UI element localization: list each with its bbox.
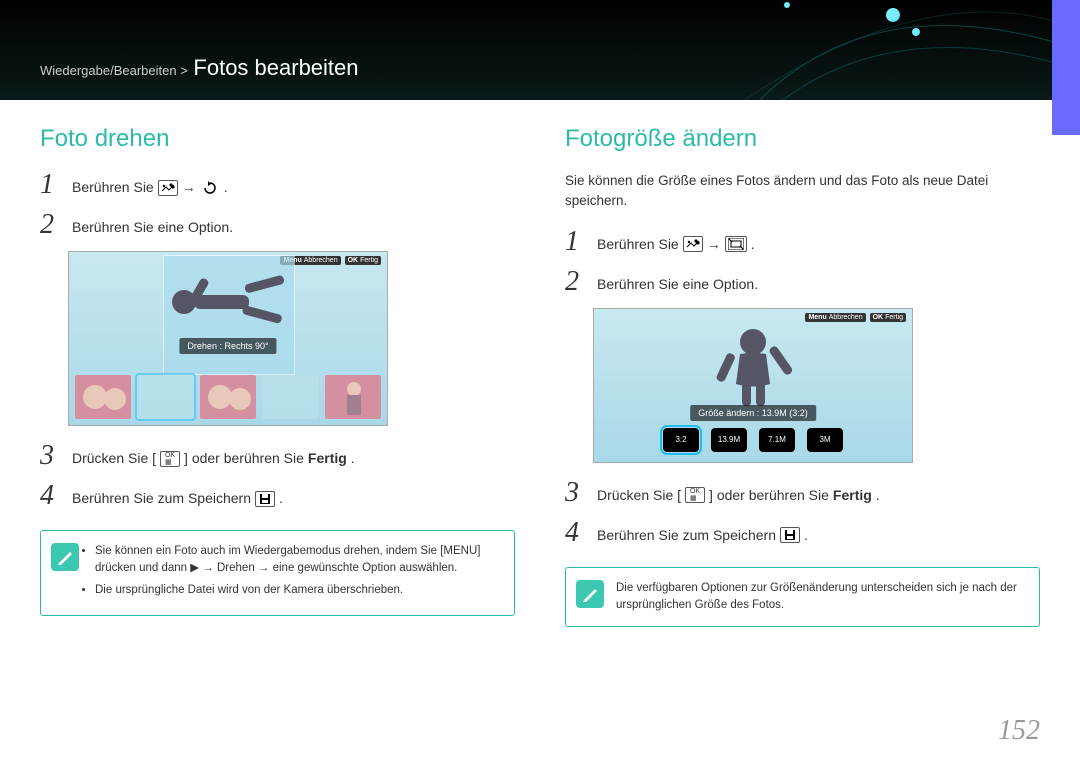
step-1-text: Berühren Sie → .	[72, 171, 228, 198]
step-number: 2	[40, 211, 66, 239]
thumbnail-row	[69, 375, 387, 419]
note-rotate: Sie können ein Foto auch im Wiedergabemo…	[40, 530, 515, 616]
step-number: 1	[565, 228, 591, 256]
step-2-text: Berühren Sie eine Option.	[597, 268, 758, 295]
edit-icon	[683, 236, 703, 252]
step-number: 2	[565, 268, 591, 296]
note-icon	[576, 580, 604, 608]
step-number: 3	[565, 479, 591, 507]
rotate-icon	[200, 180, 220, 196]
header-decoration	[630, 0, 1080, 100]
step-number: 3	[40, 442, 66, 470]
step-3-text: Drücken Sie [OK▦] oder berühren Sie Fert…	[597, 479, 880, 506]
note-icon	[51, 543, 79, 571]
step-number: 4	[565, 519, 591, 547]
thumbnail[interactable]	[200, 375, 256, 419]
column-rotate: Foto drehen 1 Berühren Sie → . 2 Berühre…	[40, 125, 515, 627]
resize-description: Sie können die Größe eines Fotos ändern …	[565, 171, 1040, 212]
page-number: 152	[998, 715, 1040, 747]
thumbnail[interactable]	[75, 375, 131, 419]
column-resize: Fotogröße ändern Sie können die Größe ei…	[565, 125, 1040, 627]
resize-option[interactable]: 13.9M	[711, 428, 747, 452]
step-4-text: Berühren Sie zum Speichern .	[597, 519, 808, 546]
page-header: Wiedergabe/Bearbeiten > Fotos bearbeiten	[0, 0, 1080, 100]
step-3-text: Drücken Sie [OK▦] oder berühren Sie Fert…	[72, 442, 355, 469]
section-title-resize: Fotogröße ändern	[565, 125, 1040, 153]
child-silhouette-icon	[708, 324, 798, 409]
ok-button-icon: OK▦	[685, 487, 705, 503]
thumbnail-selected[interactable]	[137, 375, 193, 419]
section-title-rotate: Foto drehen	[40, 125, 515, 153]
note-resize: Die verfügbaren Optionen zur Größenänder…	[565, 567, 1040, 628]
resize-preview: Menu Abbrechen OK Fertig Größe ändern : …	[593, 308, 913, 463]
resize-option[interactable]: 3:2	[663, 428, 699, 452]
rotated-silhouette-icon	[164, 267, 294, 337]
note-text: Die verfügbaren Optionen zur Größenänder…	[616, 582, 1017, 611]
step-number: 4	[40, 482, 66, 510]
resize-icon	[725, 236, 747, 252]
step-number: 1	[40, 171, 66, 199]
ok-done-button[interactable]: OK Fertig	[870, 313, 906, 322]
save-icon	[255, 491, 275, 507]
thumbnail[interactable]	[262, 375, 318, 419]
note-item: Die ursprüngliche Datei wird von der Kam…	[95, 582, 500, 599]
page-title: Fotos bearbeiten	[193, 55, 358, 80]
edit-icon	[158, 180, 178, 196]
rotate-overlay-label: Drehen : Rechts 90°	[179, 338, 276, 354]
resize-option[interactable]: 7.1M	[759, 428, 795, 452]
ok-button-icon: OK▦	[160, 451, 180, 467]
step-2-text: Berühren Sie eine Option.	[72, 211, 233, 238]
menu-cancel-button[interactable]: Menu Abbrechen	[805, 313, 865, 322]
breadcrumb: Wiedergabe/Bearbeiten >	[40, 63, 191, 78]
resize-overlay-label: Größe ändern : 13.9M (3:2)	[690, 405, 816, 421]
resize-option[interactable]: 3M	[807, 428, 843, 452]
step-1-text: Berühren Sie → .	[597, 228, 755, 255]
side-tab	[1052, 0, 1080, 135]
save-icon	[780, 527, 800, 543]
step-4-text: Berühren Sie zum Speichern .	[72, 482, 283, 509]
rotate-preview: Menu Abbrechen OK Fertig Drehen : Rechts…	[68, 251, 388, 426]
thumbnail[interactable]	[325, 375, 381, 419]
ok-done-button[interactable]: OK Fertig	[345, 256, 381, 265]
note-item: Sie können ein Foto auch im Wiedergabemo…	[95, 543, 500, 578]
